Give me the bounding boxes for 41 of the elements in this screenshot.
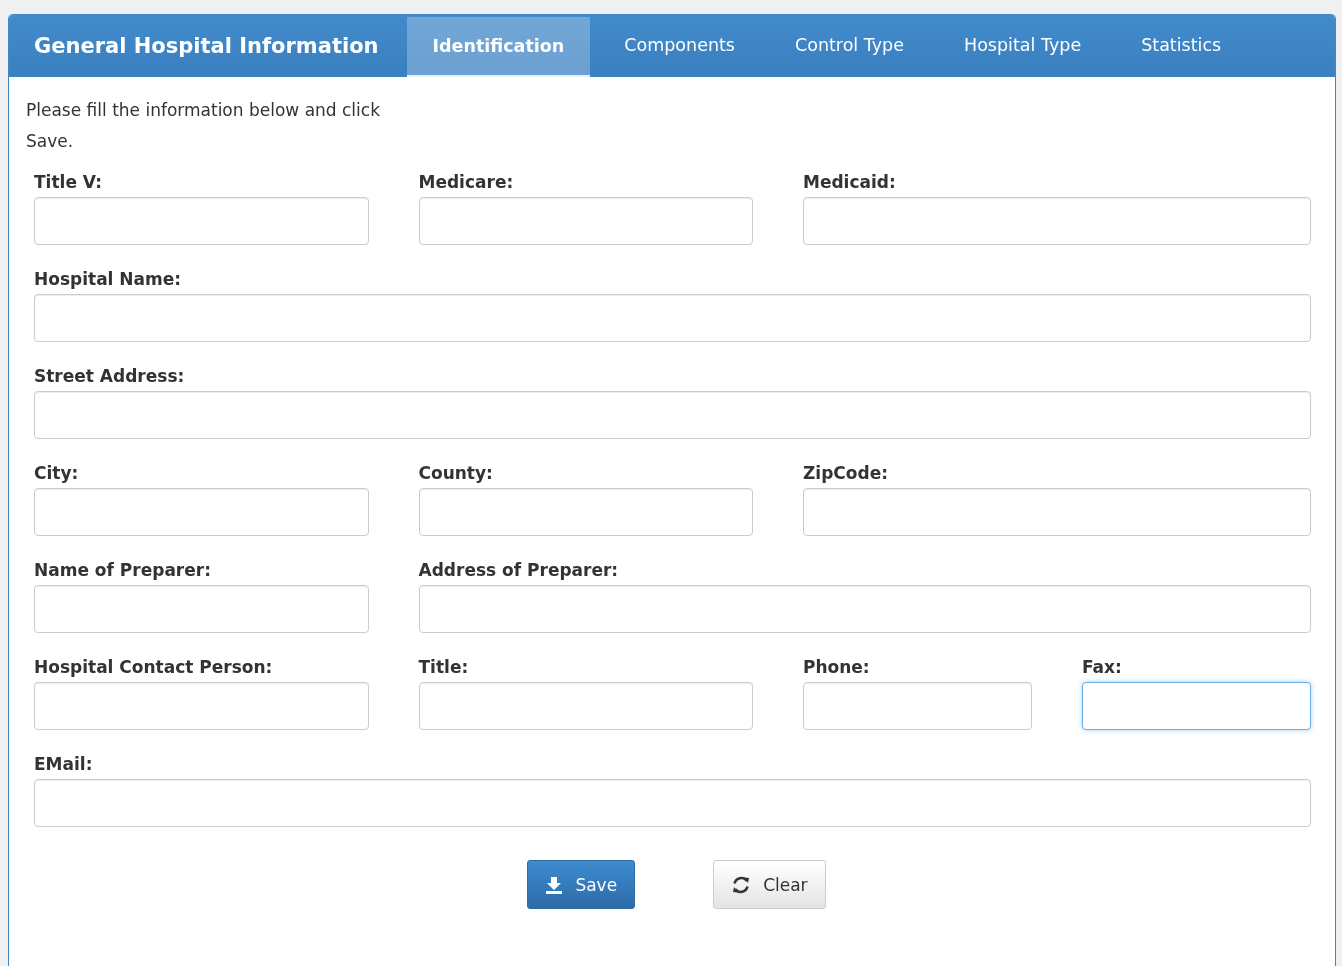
field-label: EMail: <box>34 753 94 775</box>
field-label: City: <box>34 462 80 484</box>
field-label: Street Address: <box>34 365 186 387</box>
input-field[interactable] <box>803 197 1311 245</box>
input-field[interactable] <box>34 391 1311 439</box>
input-field[interactable] <box>418 682 753 730</box>
field-label: Hospital Contact Person: <box>34 656 274 678</box>
panel-title: General Hospital Information <box>34 34 379 58</box>
field-label: Phone: <box>803 656 871 678</box>
field-label: Address of Preparer: <box>418 559 620 581</box>
field-label: County: <box>418 462 494 484</box>
input-field[interactable] <box>803 682 1032 730</box>
input-field[interactable] <box>803 488 1311 536</box>
instruction-text: Please fill the information below and click Save. <box>26 99 381 153</box>
input-field[interactable] <box>34 294 1311 342</box>
refresh-icon <box>731 874 752 895</box>
field-label: Name of Preparer: <box>34 559 212 581</box>
input-field[interactable] <box>34 197 369 245</box>
input-field[interactable] <box>418 197 753 245</box>
save-button[interactable]: Save <box>527 860 636 909</box>
tab[interactable]: Statistics <box>1115 15 1248 77</box>
download-icon <box>545 875 564 894</box>
input-field[interactable] <box>34 779 1311 827</box>
field-label: Title V: <box>34 171 104 193</box>
field-label: Medicaid: <box>803 171 897 193</box>
clear-button[interactable]: Clear <box>713 860 826 909</box>
input-field[interactable] <box>1082 682 1311 730</box>
input-field[interactable] <box>34 682 369 730</box>
field-label: ZipCode: <box>803 462 889 484</box>
input-field[interactable] <box>34 488 369 536</box>
input-field[interactable] <box>418 585 1311 633</box>
input-field[interactable] <box>418 488 753 536</box>
field-label: Title: <box>418 656 470 678</box>
tab[interactable]: Control Type <box>768 15 930 77</box>
field-label: Hospital Name: <box>34 268 183 290</box>
tab[interactable]: Components <box>598 15 761 77</box>
tab[interactable]: Identification <box>406 17 591 77</box>
field-label: Fax: <box>1082 656 1123 678</box>
tab[interactable]: Hospital Type <box>938 15 1108 77</box>
input-field[interactable] <box>34 585 369 633</box>
field-label: Medicare: <box>418 171 515 193</box>
